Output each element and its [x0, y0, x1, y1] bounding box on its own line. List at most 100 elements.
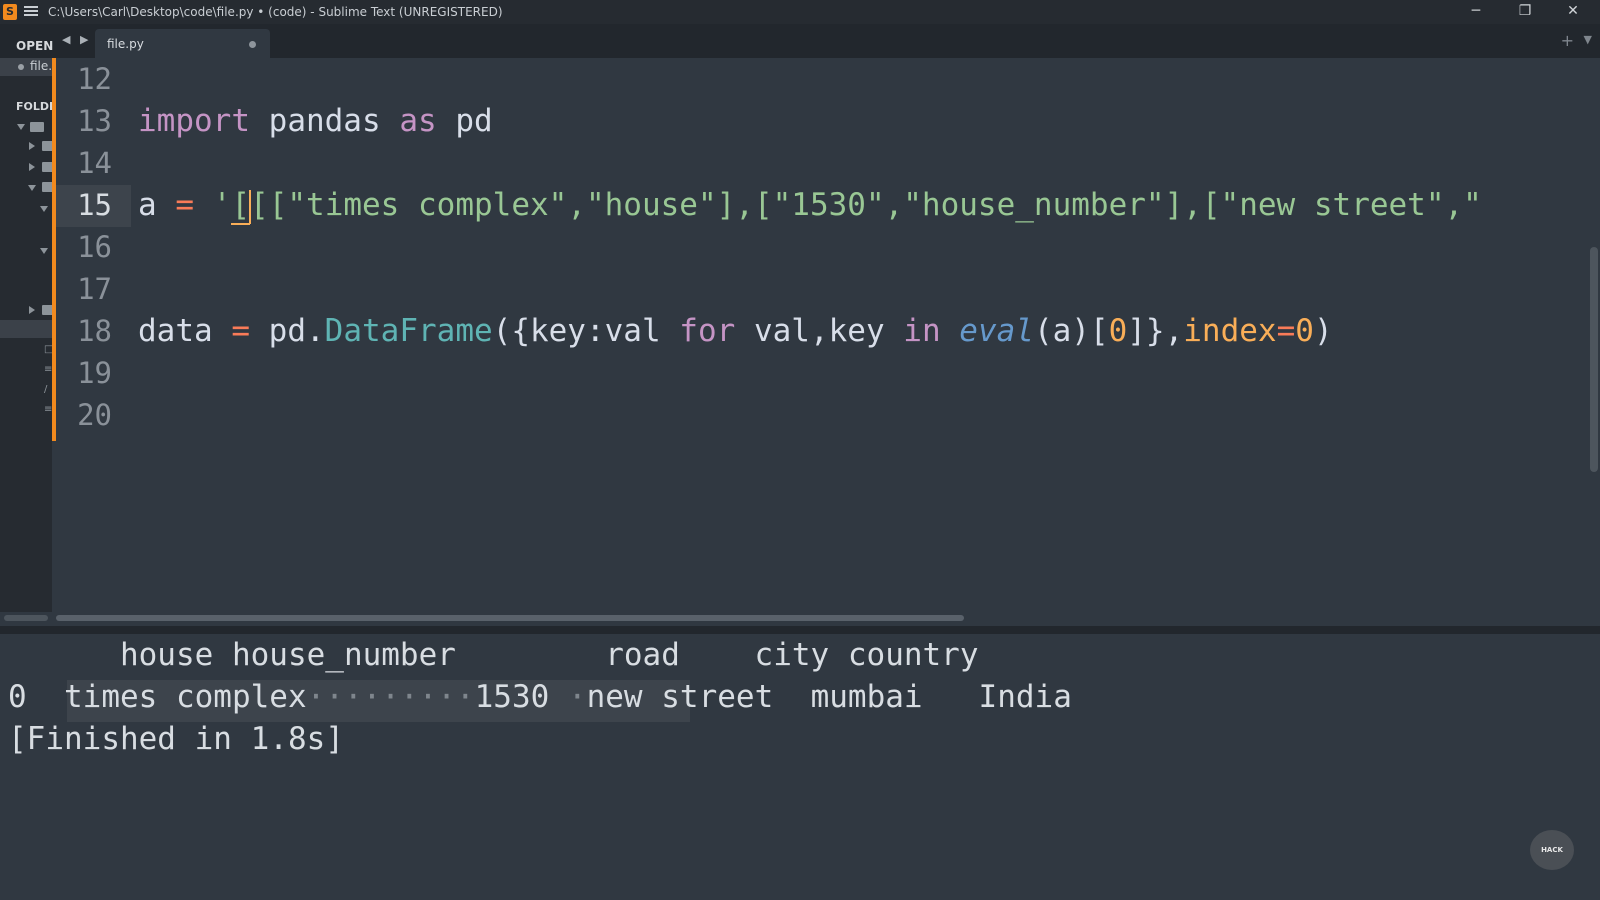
row-house-number: 1530: [474, 679, 550, 715]
line-number: 20: [77, 398, 112, 432]
line-number: 18: [77, 314, 112, 348]
keyword-argument: index: [1183, 313, 1277, 349]
panel-divider[interactable]: [0, 626, 1600, 634]
code-line-17: 17: [56, 268, 1590, 310]
keyword: import: [138, 103, 250, 139]
vertical-scrollbar[interactable]: [1590, 62, 1598, 607]
folder-open-icon: [30, 122, 44, 132]
build-finished-line: [Finished in 1.8s]: [8, 721, 344, 757]
tab-bar: OPEN ◀ ▶ file.py + ▼: [0, 24, 1600, 58]
code-line-15: 15 a = '[[["times complex","house"],["15…: [56, 184, 1590, 226]
collapse-icon[interactable]: [29, 306, 35, 314]
line-number: 13: [77, 104, 112, 138]
code-fragment: (a)[: [1033, 313, 1109, 349]
file-icon: ≡: [44, 404, 52, 415]
expand-icon[interactable]: [28, 185, 36, 191]
hamburger-menu-icon[interactable]: [24, 4, 38, 18]
code-line-13: 13 import pandas as pd: [56, 100, 1590, 142]
string-literal: ["times complex","house"],["1530","house…: [268, 187, 1482, 223]
sidebar: file.py FOLDERS □ ≡ / ≡: [0, 58, 52, 628]
folders-label: FOLDERS: [16, 100, 52, 113]
code-line-14: 14: [56, 142, 1590, 184]
line-number: 19: [77, 356, 112, 390]
line-number: 16: [77, 230, 112, 264]
file-icon: /: [44, 384, 48, 395]
operator: =: [1276, 313, 1296, 349]
code-line-20: 20: [56, 394, 1590, 436]
sidebar-open-file-label: file.py: [30, 59, 52, 73]
new-tab-icon[interactable]: +: [1561, 31, 1574, 50]
output-header-line: house house_number road city country: [8, 637, 979, 673]
channel-logo: HACK: [1530, 830, 1574, 870]
tab-nav-arrows[interactable]: ◀ ▶: [62, 33, 91, 46]
code-fragment: ({key:val: [492, 313, 680, 349]
sublime-app-icon[interactable]: S: [3, 4, 17, 20]
whitespace-dots: ·········: [306, 679, 475, 715]
builtin-function: eval: [959, 313, 1034, 349]
function-name: DataFrame: [324, 313, 493, 349]
code-line-18: 18 data = pd.DataFrame({key:val for val,…: [56, 310, 1590, 352]
output-row-line: 0 times complex·········1530 ·new street…: [8, 676, 1072, 718]
tab-list-dropdown-icon[interactable]: ▼: [1584, 33, 1592, 46]
row-road-start: new: [586, 679, 643, 715]
code-fragment: ): [1313, 313, 1333, 349]
file-dot-icon: [18, 64, 24, 70]
sidebar-scrollbar-thumb[interactable]: [4, 615, 48, 621]
code-text: a = '[[["times complex","house"],["1530"…: [138, 184, 1482, 226]
window-title: C:\Users\Carl\Desktop\code\file.py • (co…: [48, 5, 503, 19]
matched-bracket: [: [231, 187, 251, 225]
file-icon: ≡: [44, 364, 52, 375]
close-button[interactable]: ✕: [1550, 0, 1596, 24]
expand-icon[interactable]: [40, 206, 48, 212]
code-fragment: val,key: [735, 313, 904, 349]
title-bar: S C:\Users\Carl\Desktop\code\file.py • (…: [0, 0, 1600, 24]
line-number: 14: [77, 146, 112, 180]
folder-icon: [42, 305, 52, 315]
horizontal-scrollbar-thumb[interactable]: [56, 615, 964, 621]
identifier: pandas: [268, 103, 381, 139]
unsaved-dot-icon[interactable]: [249, 41, 256, 48]
whitespace-dots: ·: [549, 679, 587, 715]
code-line-16: 16: [56, 226, 1590, 268]
collapse-icon[interactable]: [29, 142, 35, 150]
restore-button[interactable]: ❐: [1502, 0, 1548, 24]
folder-icon: [42, 162, 52, 172]
collapse-icon[interactable]: [29, 163, 35, 171]
line-number: 17: [77, 272, 112, 306]
tab-label: file.py: [107, 37, 144, 51]
sidebar-selected-item[interactable]: [0, 320, 52, 338]
build-output-panel[interactable]: house house_number road city country 0 t…: [0, 634, 1600, 900]
string-quote: ': [212, 187, 232, 223]
keyword: as: [399, 103, 437, 139]
identifier: data: [138, 313, 213, 349]
expand-icon[interactable]: [17, 124, 25, 130]
line-number: 15: [77, 188, 112, 222]
code-fragment: ]},: [1127, 313, 1184, 349]
row-rest: street mumbai India: [642, 679, 1072, 715]
vertical-scrollbar-thumb[interactable]: [1590, 247, 1598, 472]
horizontal-scrollbar[interactable]: [0, 612, 1600, 626]
row-index: 0: [8, 679, 27, 715]
code-text: import pandas as pd: [138, 100, 493, 142]
number-literal: 0: [1295, 313, 1314, 349]
keyword: for: [679, 313, 736, 349]
open-files-label: OPEN: [16, 39, 54, 53]
operator: =: [231, 313, 250, 349]
tab-file-py[interactable]: file.py: [95, 29, 270, 58]
minimize-button[interactable]: ─: [1453, 0, 1499, 24]
code-line-12: 12: [56, 58, 1590, 100]
number-literal: 0: [1108, 313, 1128, 349]
expand-icon[interactable]: [40, 248, 48, 254]
punctuation: .: [306, 313, 325, 349]
keyword: in: [903, 313, 941, 349]
line-number: 12: [77, 62, 112, 96]
code-editor[interactable]: 12 13 import pandas as pd 14 15 a = '[[[…: [56, 58, 1590, 618]
identifier: a: [138, 187, 157, 223]
operator: =: [175, 187, 195, 223]
identifier: pd: [268, 313, 306, 349]
code-text: data = pd.DataFrame({key:val for val,key…: [138, 310, 1333, 352]
code-line-19: 19: [56, 352, 1590, 394]
identifier: pd: [455, 103, 493, 139]
sidebar-open-file[interactable]: file.py: [0, 58, 52, 76]
folder-open-icon: [42, 182, 52, 192]
